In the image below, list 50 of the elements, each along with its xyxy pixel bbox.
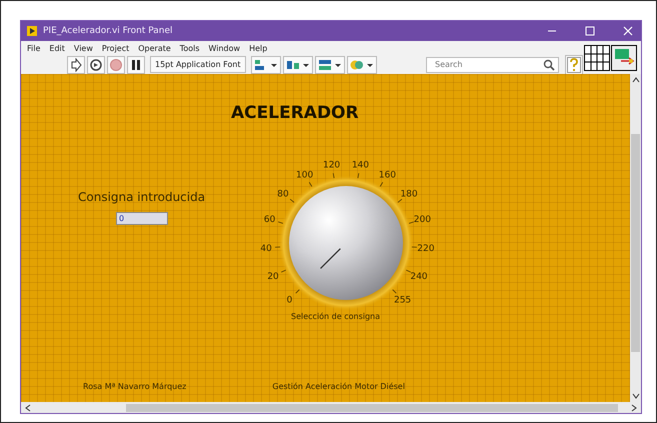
scale-label: 20 xyxy=(267,272,279,282)
vi-icon[interactable] xyxy=(611,44,637,70)
scroll-left-icon[interactable] xyxy=(24,404,32,412)
menu-item[interactable]: Project xyxy=(102,44,130,52)
connector-pane-icon[interactable] xyxy=(584,44,610,70)
scale-label: 160 xyxy=(378,170,396,181)
window-title: PIE_Acelerador.vi Front Panel xyxy=(43,26,173,36)
maximize-icon[interactable] xyxy=(585,26,595,36)
scale-label: 140 xyxy=(352,160,370,170)
menu-item[interactable]: File xyxy=(27,44,40,52)
panel-title: ACELERADOR xyxy=(231,103,359,123)
scale-label: 240 xyxy=(410,272,428,282)
footer-text: Rosa Mª Navarro Márquez xyxy=(83,382,186,391)
scale-label: 200 xyxy=(414,215,431,226)
knob-label: Selección de consigna xyxy=(291,312,380,321)
close-icon[interactable] xyxy=(623,26,633,36)
distribute-objects-icon[interactable] xyxy=(282,56,313,74)
align-objects-icon[interactable] xyxy=(250,56,281,74)
menu-item[interactable]: Operate xyxy=(138,44,171,52)
menu-item[interactable]: View xyxy=(74,44,93,52)
pause-icon[interactable] xyxy=(127,56,145,74)
scroll-right-icon[interactable] xyxy=(630,404,638,412)
scale-label: 220 xyxy=(417,244,434,254)
scale-label: 40 xyxy=(260,244,272,254)
app-icon xyxy=(27,26,37,36)
menu-item[interactable]: Tools xyxy=(180,44,200,52)
footer-text: Gestión Aceleración Motor Diésel xyxy=(272,382,405,391)
font-dropdown[interactable]: 15pt Application Font xyxy=(150,56,246,73)
horizontal-scrollbar[interactable] xyxy=(21,402,641,413)
help-icon[interactable] xyxy=(565,54,583,74)
run-continuously-icon[interactable] xyxy=(87,56,105,74)
scale-label: 255 xyxy=(394,296,412,306)
scroll-down-icon[interactable] xyxy=(632,392,640,400)
scale-label: 180 xyxy=(400,190,418,200)
search-field[interactable]: Search xyxy=(426,56,559,72)
menu-item[interactable]: Edit xyxy=(49,44,65,52)
scale-label: 100 xyxy=(296,170,314,181)
reorder-icon[interactable] xyxy=(346,56,377,74)
scroll-up-icon[interactable] xyxy=(632,76,640,84)
scale-label: 80 xyxy=(277,190,289,200)
menu-item[interactable]: Help xyxy=(249,44,268,52)
scale-label: 120 xyxy=(322,160,340,170)
search-icon[interactable] xyxy=(543,58,555,70)
vertical-scrollbar[interactable] xyxy=(630,74,641,402)
menu-item[interactable]: Window xyxy=(208,44,240,52)
numeric-label: Consigna introducida xyxy=(78,190,206,204)
numeric-field[interactable]: 0 xyxy=(116,212,168,225)
resize-objects-icon[interactable] xyxy=(314,56,345,74)
scale-label: 60 xyxy=(264,215,276,226)
scale-label: 0 xyxy=(286,296,292,306)
